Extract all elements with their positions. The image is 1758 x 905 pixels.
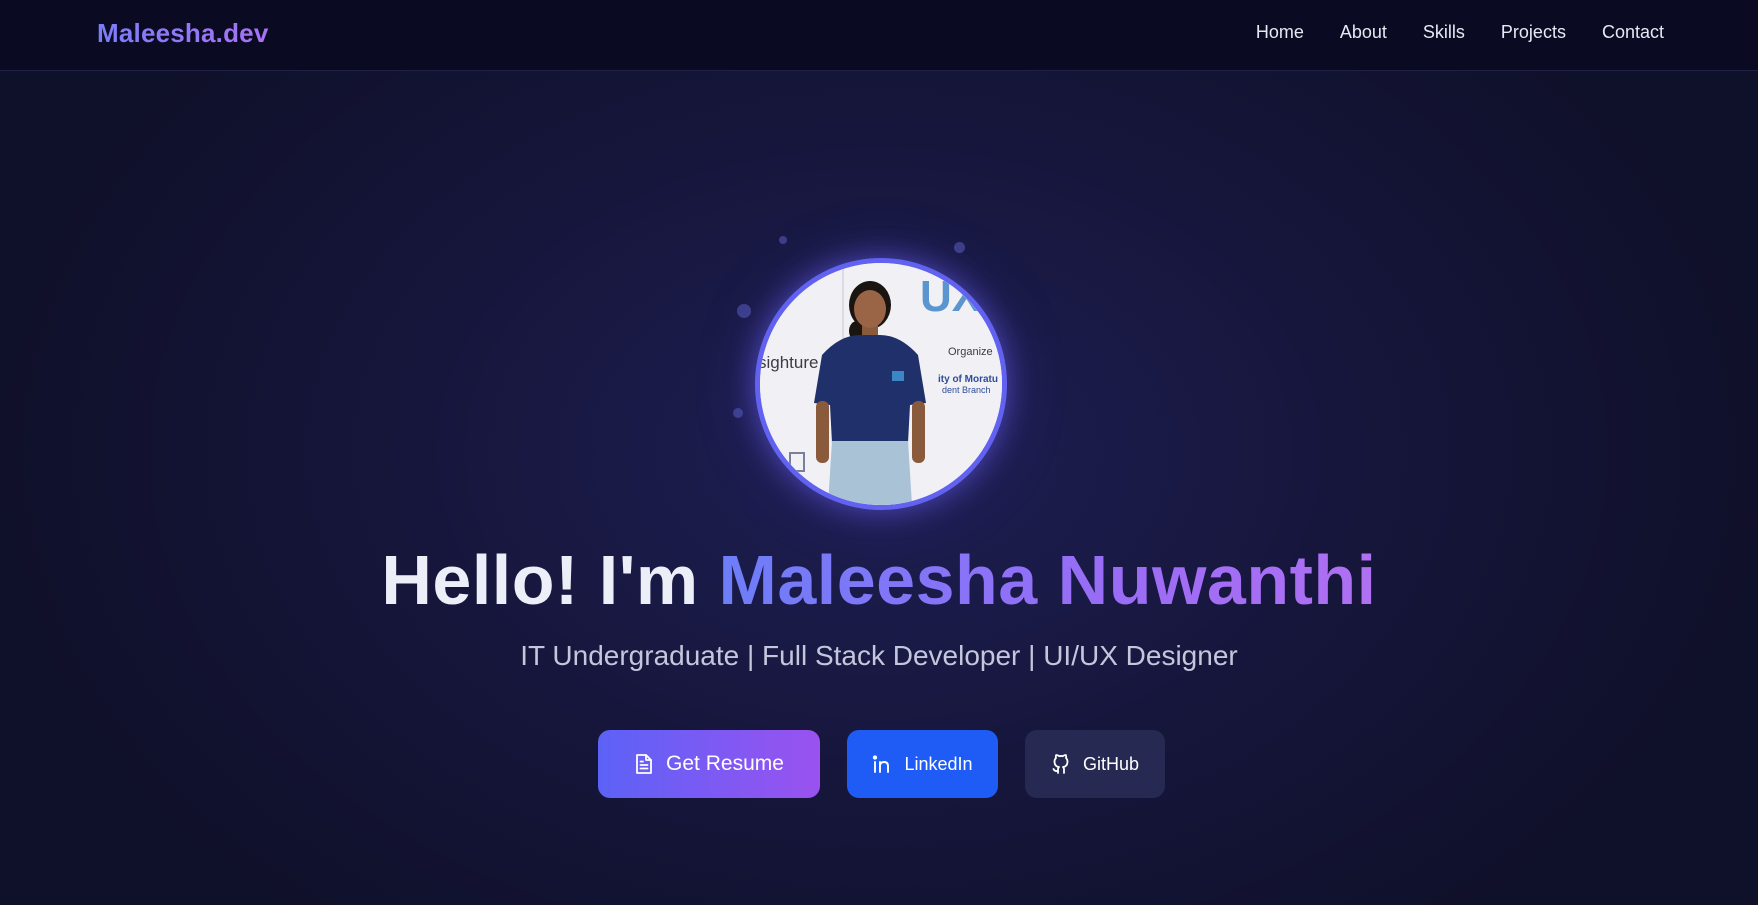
get-resume-button[interactable]: Get Resume — [598, 730, 820, 798]
nav-about[interactable]: About — [1340, 22, 1387, 43]
hero-headline: Hello! I'm Maleesha Nuwanthi — [0, 540, 1758, 620]
profile-photo-wrapper: UX sighture Organize ity of Moratu dent … — [755, 258, 1007, 510]
svg-text:Organize: Organize — [948, 346, 993, 358]
linkedin-button[interactable]: LinkedIn — [847, 730, 998, 798]
github-button[interactable]: GitHub — [1025, 730, 1165, 798]
nav-links: Home About Skills Projects Contact — [1256, 22, 1664, 43]
linkedin-icon — [872, 754, 892, 774]
github-label: GitHub — [1082, 753, 1140, 774]
banner-ux-text: UX — [920, 272, 981, 321]
brand-logo[interactable]: Maleesha.dev — [97, 18, 269, 49]
decor-dot — [737, 304, 751, 318]
nav-home[interactable]: Home — [1256, 22, 1304, 43]
profile-photo: UX sighture Organize ity of Moratu dent … — [755, 258, 1007, 510]
hero-name: Maleesha Nuwanthi — [718, 541, 1377, 619]
decor-dot — [733, 408, 743, 418]
decor-dot — [779, 236, 787, 244]
svg-text:dent Branch: dent Branch — [942, 385, 991, 395]
nav-contact[interactable]: Contact — [1602, 22, 1664, 43]
top-navbar: Maleesha.dev Home About Skills Projects … — [0, 0, 1758, 71]
nav-skills[interactable]: Skills — [1423, 22, 1465, 43]
linkedin-label: LinkedIn — [904, 753, 973, 774]
nav-projects[interactable]: Projects — [1501, 22, 1566, 43]
svg-text:sighture: sighture — [760, 353, 818, 372]
document-icon — [634, 753, 654, 775]
hero-greeting: Hello! I'm — [381, 541, 719, 619]
get-resume-label: Get Resume — [666, 752, 784, 775]
svg-text:ity of Moratu: ity of Moratu — [938, 374, 998, 385]
decor-dot — [954, 242, 965, 253]
hero-buttons: Get Resume LinkedIn GitHub — [0, 730, 1758, 798]
github-icon — [1051, 753, 1071, 775]
hero-subtitle: IT Undergraduate | Full Stack Developer … — [520, 640, 1238, 671]
